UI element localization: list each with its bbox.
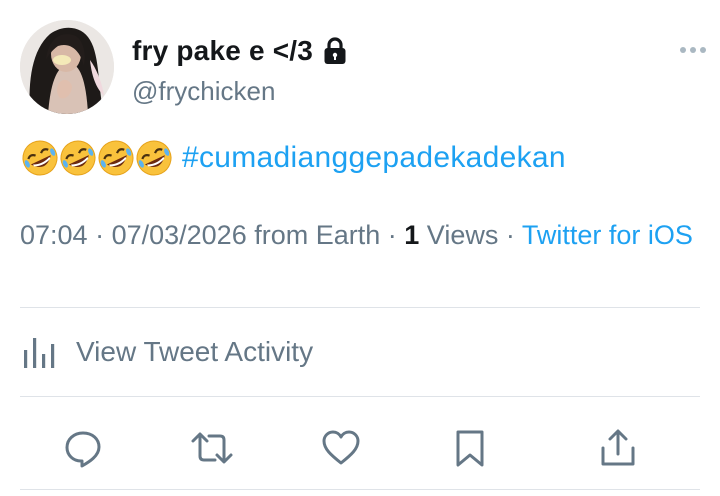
retweet-icon: [191, 432, 233, 464]
rofl-emoji: [96, 138, 136, 178]
retweet-button[interactable]: [186, 422, 238, 474]
tweet-date: 07/03/2026: [111, 220, 247, 250]
divider: [20, 489, 700, 490]
meta-separator: ·: [87, 220, 112, 250]
tweet-location: from Earth: [246, 220, 381, 250]
tweet-text: #cumadianggepadekadekan: [20, 138, 566, 178]
reply-button[interactable]: [57, 422, 109, 474]
reply-icon: [65, 431, 101, 468]
share-button[interactable]: [592, 422, 644, 474]
like-button[interactable]: [315, 422, 367, 474]
tweet-header: fry pake e </3 @frychicken: [20, 20, 710, 116]
share-icon: [601, 429, 635, 466]
divider: [20, 307, 700, 308]
tweet-actions-bar: [0, 418, 720, 478]
bookmark-icon: [456, 430, 484, 467]
view-tweet-activity-label: View Tweet Activity: [76, 336, 314, 367]
source-link[interactable]: Twitter for iOS: [522, 220, 693, 250]
meta-separator: ·: [380, 220, 405, 250]
avatar-image: [20, 20, 114, 114]
bookmark-button[interactable]: [444, 422, 496, 474]
display-name[interactable]: fry pake e </3: [132, 35, 313, 67]
name-row: fry pake e </3: [132, 35, 347, 67]
emoji-group: [20, 138, 172, 178]
more-options-icon[interactable]: [678, 42, 708, 53]
lock-icon: [323, 36, 347, 66]
view-tweet-activity[interactable]: View Tweet Activity: [20, 328, 313, 376]
meta-separator: ·: [498, 220, 522, 250]
avatar[interactable]: [20, 20, 114, 114]
tweet-time: 07:04: [20, 220, 88, 250]
rofl-emoji: [134, 138, 174, 178]
rofl-emoji: [20, 138, 60, 178]
analytics-icon: [20, 334, 60, 370]
user-handle[interactable]: @frychicken: [132, 76, 275, 106]
views-label: Views: [419, 220, 499, 250]
rofl-emoji: [58, 138, 98, 178]
heart-icon: [322, 430, 360, 465]
views-count: 1: [404, 220, 420, 250]
divider: [20, 396, 700, 397]
tweet-meta: 07:04 · 07/03/2026 from Earth · 1 Views …: [20, 218, 710, 252]
hashtag-link[interactable]: #cumadianggepadekadekan: [182, 138, 566, 178]
